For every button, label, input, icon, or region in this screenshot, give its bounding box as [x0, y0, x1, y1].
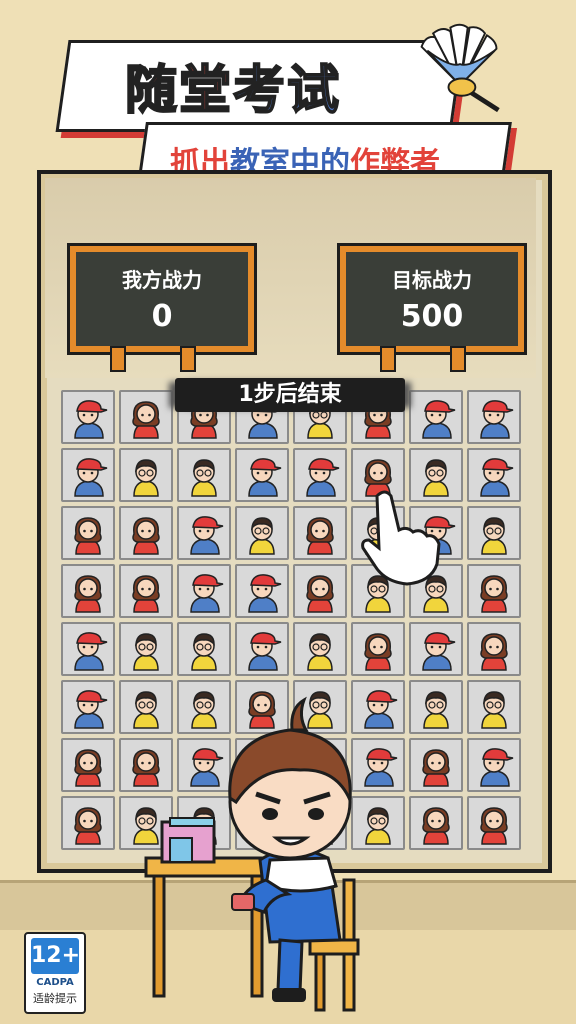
boy-glasses-avatar-icon: [133, 633, 159, 671]
girl-avatar-icon: [306, 575, 334, 613]
age-rating-badge: 12+ CADPA 适龄提示: [24, 932, 86, 1014]
boy-glasses-avatar-icon: [423, 691, 449, 729]
feather-fan-icon: [420, 23, 500, 113]
student-tile-boy-glasses[interactable]: [177, 622, 231, 676]
boy-cap-avatar-icon: [74, 632, 108, 671]
student-tile-boy-cap[interactable]: [235, 448, 289, 502]
boy-cap-avatar-icon: [190, 574, 224, 613]
age-rating-tip: 适龄提示: [33, 992, 77, 1005]
student-tile-boy-cap[interactable]: [61, 448, 115, 502]
girl-avatar-icon: [74, 749, 102, 787]
boy-glasses-avatar-icon: [307, 633, 333, 671]
student-tile-boy-cap[interactable]: [467, 738, 521, 792]
girl-avatar-icon: [132, 401, 160, 439]
student-tile-boy-cap[interactable]: [409, 622, 463, 676]
student-tile-boy-glasses[interactable]: [467, 680, 521, 734]
student-tile-boy-cap[interactable]: [235, 622, 289, 676]
student-tile-girl[interactable]: [293, 506, 347, 560]
student-tile-boy-cap[interactable]: [61, 622, 115, 676]
student-tile-boy-glasses[interactable]: [235, 506, 289, 560]
boy-cap-avatar-icon: [248, 458, 282, 497]
girl-avatar-icon: [422, 807, 450, 845]
student-tile-girl[interactable]: [409, 796, 463, 850]
boy-cap-avatar-icon: [248, 574, 282, 613]
girl-avatar-icon: [480, 633, 508, 671]
student-tile-boy-glasses[interactable]: [177, 448, 231, 502]
girl-avatar-icon: [480, 807, 508, 845]
easel-leg: [110, 346, 126, 372]
student-tile-boy-cap[interactable]: [177, 564, 231, 618]
student-tile-boy-cap[interactable]: [177, 506, 231, 560]
student-tile-boy-cap[interactable]: [235, 564, 289, 618]
boy-cap-avatar-icon: [74, 690, 108, 729]
student-tile-girl[interactable]: [61, 564, 115, 618]
boy-glasses-avatar-icon: [249, 517, 275, 555]
girl-avatar-icon: [74, 517, 102, 555]
student-tile-girl[interactable]: [293, 564, 347, 618]
student-tile-boy-glasses[interactable]: [119, 448, 173, 502]
girl-avatar-icon: [422, 749, 450, 787]
student-tile-girl[interactable]: [119, 390, 173, 444]
student-tile-boy-glasses[interactable]: [119, 622, 173, 676]
easel-leg: [450, 346, 466, 372]
student-tile-girl[interactable]: [119, 506, 173, 560]
boy-glasses-avatar-icon: [481, 517, 507, 555]
steps-remaining: 1步后结束: [175, 378, 405, 412]
girl-avatar-icon: [74, 575, 102, 613]
student-tile-girl[interactable]: [467, 564, 521, 618]
girl-avatar-icon: [132, 575, 160, 613]
student-tile-boy-cap[interactable]: [409, 390, 463, 444]
my-power-label: 我方战力: [122, 268, 202, 292]
student-tile-boy-cap[interactable]: [61, 680, 115, 734]
cheating-boy-illustration: [144, 696, 360, 1012]
title-part2: 考试: [232, 60, 342, 122]
student-tile-boy-cap[interactable]: [293, 448, 347, 502]
pointer-hand-icon: [361, 490, 441, 586]
target-power-board: 目标战力 500: [340, 246, 524, 352]
boy-cap-avatar-icon: [422, 400, 456, 439]
boy-cap-avatar-icon: [248, 632, 282, 671]
boy-cap-avatar-icon: [190, 516, 224, 555]
game-title: 随堂考试: [124, 48, 342, 123]
age-rating-value: 12+: [31, 938, 80, 974]
student-tile-boy-glasses[interactable]: [467, 506, 521, 560]
boy-cap-avatar-icon: [306, 458, 340, 497]
boy-cap-avatar-icon: [480, 400, 514, 439]
girl-avatar-icon: [306, 517, 334, 555]
title-part1: 随堂: [124, 60, 234, 122]
girl-avatar-icon: [480, 575, 508, 613]
my-power-value: 0: [151, 299, 173, 334]
boy-glasses-avatar-icon: [191, 633, 217, 671]
boy-cap-avatar-icon: [74, 458, 108, 497]
student-tile-boy-cap[interactable]: [467, 448, 521, 502]
boy-cap-avatar-icon: [480, 748, 514, 787]
boy-cap-avatar-icon: [74, 400, 108, 439]
boy-glasses-avatar-icon: [481, 691, 507, 729]
target-power-label: 目标战力: [392, 268, 472, 292]
student-tile-girl[interactable]: [351, 622, 405, 676]
boy-glasses-avatar-icon: [133, 459, 159, 497]
student-tile-girl[interactable]: [467, 622, 521, 676]
student-tile-boy-cap[interactable]: [61, 390, 115, 444]
student-tile-girl[interactable]: [119, 564, 173, 618]
student-tile-girl[interactable]: [409, 738, 463, 792]
student-tile-girl[interactable]: [61, 506, 115, 560]
student-tile-boy-glasses[interactable]: [293, 622, 347, 676]
student-tile-girl[interactable]: [467, 796, 521, 850]
girl-avatar-icon: [74, 807, 102, 845]
boy-glasses-avatar-icon: [191, 459, 217, 497]
boy-cap-avatar-icon: [422, 632, 456, 671]
student-tile-boy-cap[interactable]: [467, 390, 521, 444]
age-rating-org: CADPA: [36, 977, 74, 988]
target-power-value: 500: [400, 299, 464, 334]
girl-avatar-icon: [132, 517, 160, 555]
student-tile-girl[interactable]: [61, 796, 115, 850]
my-power-board: 我方战力 0: [70, 246, 254, 352]
boy-cap-avatar-icon: [480, 458, 514, 497]
student-tile-girl[interactable]: [61, 738, 115, 792]
girl-avatar-icon: [364, 633, 392, 671]
easel-leg: [380, 346, 396, 372]
student-tile-boy-glasses[interactable]: [409, 680, 463, 734]
easel-leg: [180, 346, 196, 372]
